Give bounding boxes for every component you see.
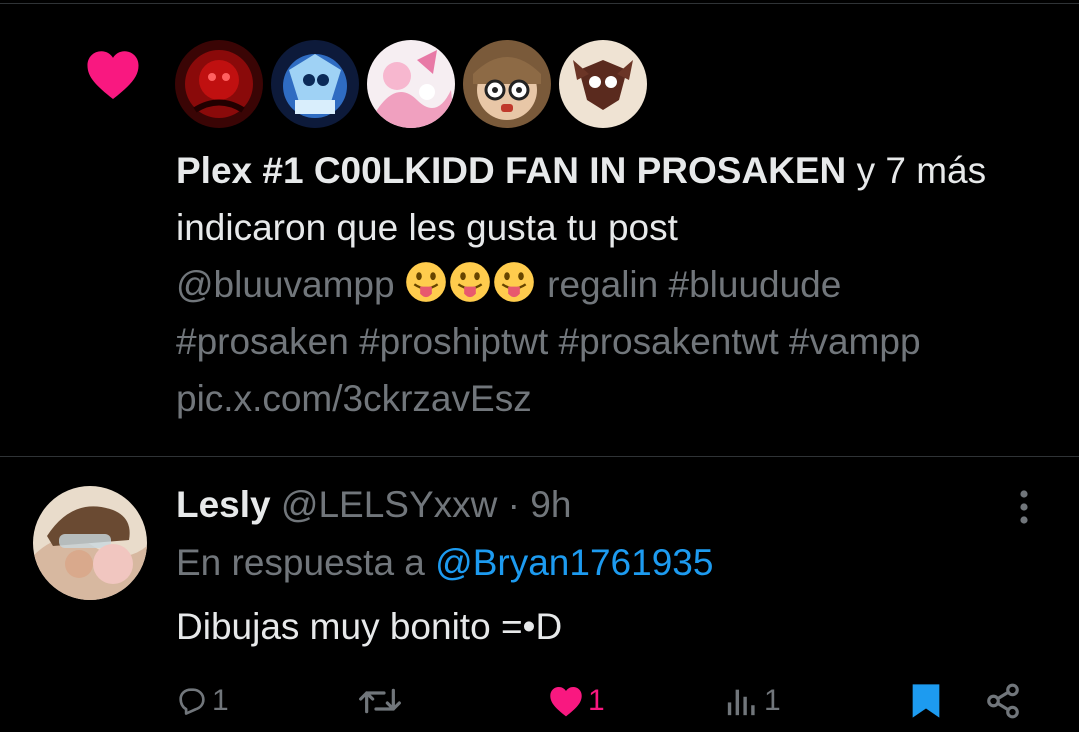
post-preview: @bluuvampp regalin #bluudude #prosaken #… xyxy=(176,256,1006,427)
views-button[interactable]: 1 xyxy=(724,676,781,726)
separator: · xyxy=(507,484,520,525)
views-icon xyxy=(727,689,755,716)
share-button[interactable] xyxy=(984,676,1022,726)
preview-mention: @bluuvampp xyxy=(176,264,395,305)
heart-icon xyxy=(87,51,139,100)
avatar[interactable] xyxy=(175,40,263,128)
liker-avatars xyxy=(175,40,647,128)
reply-header: Lesly @LELSYxxw · 9h xyxy=(176,478,571,532)
tongue-out-face-icon xyxy=(450,262,490,302)
more-vertical-icon[interactable] xyxy=(1004,486,1044,526)
bookmark-button[interactable] xyxy=(909,676,943,726)
reply-mention-link[interactable]: @Bryan1761935 xyxy=(435,542,713,583)
display-name[interactable]: Lesly xyxy=(176,484,271,525)
avatar[interactable] xyxy=(559,40,647,128)
like-count: 1 xyxy=(588,684,605,717)
reply-context: En respuesta a @Bryan1761935 xyxy=(176,536,713,590)
avatar[interactable] xyxy=(367,40,455,128)
reply-prefix: En respuesta a xyxy=(176,542,436,583)
handle[interactable]: @LELSYxxw xyxy=(281,484,497,525)
retweet-button[interactable] xyxy=(357,676,407,726)
bookmark-icon xyxy=(912,684,940,718)
action-bar: 1 1 1 xyxy=(0,676,1079,726)
retweet-icon xyxy=(359,688,401,714)
reply-icon xyxy=(179,688,205,715)
liker-name[interactable]: Plex #1 C00LKIDD FAN IN PROSAKEN xyxy=(176,150,846,191)
share-icon xyxy=(987,683,1019,719)
avatar[interactable] xyxy=(33,486,147,600)
reply-button[interactable]: 1 xyxy=(176,676,229,726)
heart-icon xyxy=(550,687,582,717)
avatar[interactable] xyxy=(271,40,359,128)
like-button[interactable]: 1 xyxy=(548,676,605,726)
avatar[interactable] xyxy=(463,40,551,128)
notification-text: Plex #1 C00LKIDD FAN IN PROSAKEN y 7 más… xyxy=(176,142,1026,256)
tongue-out-face-icon xyxy=(406,262,446,302)
reply-count: 1 xyxy=(212,684,229,717)
views-count: 1 xyxy=(764,684,781,717)
tongue-out-face-icon xyxy=(494,262,534,302)
reply-text: Dibujas muy bonito =•D xyxy=(176,606,563,647)
timestamp[interactable]: 9h xyxy=(530,484,571,525)
